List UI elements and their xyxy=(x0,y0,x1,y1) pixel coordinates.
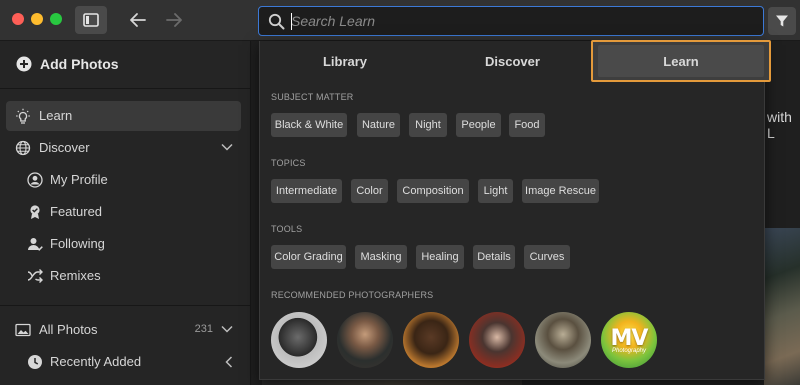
sidebar-item-label: Recently Added xyxy=(50,354,142,369)
chip-details[interactable]: Details xyxy=(473,245,515,269)
sidebar-item-label: My Profile xyxy=(50,172,108,187)
chip-black-white[interactable]: Black & White xyxy=(271,113,347,137)
sidebar-item-label: Learn xyxy=(39,108,73,123)
sidebar-item-label: Featured xyxy=(50,204,103,219)
sidebar-item-all-photos[interactable]: All Photos 231 xyxy=(6,315,241,345)
chevron-down-icon[interactable] xyxy=(221,143,233,151)
profile-icon xyxy=(27,172,43,188)
search-input[interactable] xyxy=(291,11,751,31)
chip-color-grading[interactable]: Color Grading xyxy=(271,245,346,269)
sidebar: Add Photos Learn Discover My Profile Fea… xyxy=(0,41,251,385)
tab-label: Learn xyxy=(663,53,699,69)
photographer-avatar[interactable] xyxy=(535,312,591,368)
sidebar-toggle-icon xyxy=(83,13,99,27)
search-dropdown-panel: Library Discover Learn SUBJECT MATTER Bl… xyxy=(259,40,771,380)
sidebar-toggle-button[interactable] xyxy=(75,6,107,34)
clock-icon xyxy=(28,355,42,369)
chip-composition[interactable]: Composition xyxy=(397,179,469,203)
following-icon xyxy=(28,238,43,251)
chip-healing[interactable]: Healing xyxy=(416,245,464,269)
section-title-topics: TOPICS xyxy=(271,158,306,168)
sidebar-item-label: Remixes xyxy=(50,268,101,283)
photographer-avatar[interactable] xyxy=(337,312,393,368)
chip-food[interactable]: Food xyxy=(509,113,545,137)
globe-icon xyxy=(15,140,31,156)
chip-image-rescue[interactable]: Image Rescue xyxy=(522,179,599,203)
photo-count: 231 xyxy=(194,323,213,335)
zoom-window-button[interactable] xyxy=(50,13,62,25)
sidebar-item-remixes[interactable]: Remixes xyxy=(6,261,241,291)
photographer-avatar-logo[interactable]: MV Photography xyxy=(601,312,657,368)
tab-learn[interactable]: Learn xyxy=(591,40,771,82)
title-bar xyxy=(0,0,800,41)
forward-arrow-icon[interactable] xyxy=(164,10,184,30)
photographer-avatar[interactable] xyxy=(469,312,525,368)
plus-circle-icon xyxy=(16,56,32,72)
sidebar-divider xyxy=(0,305,251,306)
chip-color[interactable]: Color xyxy=(351,179,388,203)
chip-people[interactable]: People xyxy=(456,113,501,137)
sidebar-item-discover[interactable]: Discover xyxy=(6,133,241,163)
chip-night[interactable]: Night xyxy=(409,113,447,137)
chip-intermediate[interactable]: Intermediate xyxy=(271,179,342,203)
photographer-logo-subtext: Photography xyxy=(611,348,647,354)
section-title-subject-matter: SUBJECT MATTER xyxy=(271,92,354,102)
section-title-tools: TOOLS xyxy=(271,224,303,234)
sidebar-item-my-profile[interactable]: My Profile xyxy=(6,165,241,195)
remix-icon xyxy=(27,269,43,283)
search-bar[interactable] xyxy=(258,6,764,36)
sidebar-item-label: Following xyxy=(50,236,105,251)
content-photo[interactable] xyxy=(764,228,800,385)
tab-label: Library xyxy=(322,53,368,69)
sidebar-item-featured[interactable]: Featured xyxy=(6,197,241,227)
chevron-down-icon[interactable] xyxy=(221,325,233,333)
sidebar-item-recently-added[interactable]: Recently Added xyxy=(6,347,241,377)
back-arrow-icon[interactable] xyxy=(128,10,148,30)
search-icon xyxy=(268,13,285,30)
badge-icon xyxy=(30,205,40,219)
scope-tabs: Library Discover Learn xyxy=(260,40,771,82)
chevron-left-icon[interactable] xyxy=(225,356,233,368)
photographer-avatar[interactable] xyxy=(271,312,327,368)
tab-library[interactable]: Library xyxy=(270,41,420,81)
photos-icon xyxy=(15,323,31,337)
sidebar-item-label: All Photos xyxy=(39,322,98,337)
sidebar-item-learn[interactable]: Learn xyxy=(6,101,241,131)
filter-button[interactable] xyxy=(768,7,796,35)
chip-nature[interactable]: Nature xyxy=(357,113,400,137)
photographer-avatar[interactable] xyxy=(403,312,459,368)
add-photos-label: Add Photos xyxy=(40,56,119,72)
content-heading-peek: with L xyxy=(767,109,792,141)
close-window-button[interactable] xyxy=(12,13,24,25)
filter-icon xyxy=(776,15,788,27)
chip-curves[interactable]: Curves xyxy=(524,245,570,269)
add-photos-button[interactable]: Add Photos xyxy=(0,41,251,89)
minimize-window-button[interactable] xyxy=(31,13,43,25)
lightbulb-icon xyxy=(16,108,30,124)
sidebar-item-label: Discover xyxy=(39,140,90,155)
chip-light[interactable]: Light xyxy=(478,179,513,203)
sidebar-item-following[interactable]: Following xyxy=(6,229,241,259)
text-caret xyxy=(291,13,292,30)
tab-discover[interactable]: Discover xyxy=(435,41,590,81)
chip-masking[interactable]: Masking xyxy=(355,245,407,269)
section-title-recommended-photographers: RECOMMENDED PHOTOGRAPHERS xyxy=(271,290,434,300)
tab-label: Discover xyxy=(485,53,540,69)
